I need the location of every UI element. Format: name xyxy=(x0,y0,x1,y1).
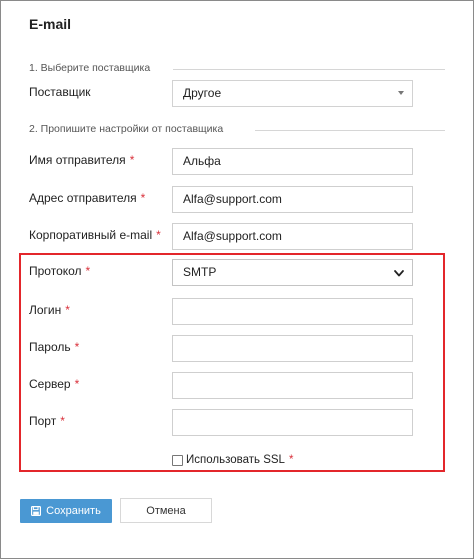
required-mark: * xyxy=(60,414,65,428)
chevron-down-icon xyxy=(394,270,404,277)
email-settings-panel: E-mail 1. Выберите поставщика Поставщик … xyxy=(0,0,474,559)
required-mark: * xyxy=(74,340,80,354)
section-heading-settings: 2. Пропишите настройки от поставщика xyxy=(29,123,224,135)
use-ssl-checkbox[interactable] xyxy=(172,454,183,466)
save-button-label: Сохранить xyxy=(46,505,101,517)
floppy-disk-icon xyxy=(31,506,42,516)
provider-label: Поставщик xyxy=(29,85,91,99)
use-ssl-option[interactable]: Использовать SSL * xyxy=(172,454,293,466)
sender-address-value: Alfa@support.com xyxy=(183,192,282,206)
required-mark: * xyxy=(129,153,135,167)
save-button[interactable]: Сохранить xyxy=(20,499,112,523)
sender-name-input[interactable]: Альфа xyxy=(172,148,413,175)
required-mark: * xyxy=(65,303,70,317)
use-ssl-label: Использовать SSL xyxy=(186,454,285,466)
section-divider-line xyxy=(255,130,445,131)
protocol-label: Протокол * xyxy=(29,264,91,278)
corporate-email-input[interactable]: Alfa@support.com xyxy=(172,223,413,250)
protocol-select-value: SMTP xyxy=(183,265,217,279)
required-mark: * xyxy=(288,454,294,466)
protocol-select[interactable]: SMTP xyxy=(172,259,413,286)
cancel-button-label: Отмена xyxy=(146,504,186,517)
server-label: Сервер * xyxy=(29,377,80,391)
sender-address-input[interactable]: Alfa@support.com xyxy=(172,186,413,213)
provider-select[interactable]: Другое xyxy=(172,80,413,107)
corporate-email-value: Alfa@support.com xyxy=(183,229,282,243)
caret-down-icon xyxy=(398,91,404,95)
sender-name-value: Альфа xyxy=(183,154,221,168)
server-input[interactable] xyxy=(172,372,413,399)
login-input[interactable] xyxy=(172,298,413,325)
password-input[interactable] xyxy=(172,335,413,362)
provider-select-value: Другое xyxy=(183,86,222,100)
section-divider-line xyxy=(173,69,445,70)
port-label: Порт * xyxy=(29,414,65,428)
sender-address-label: Адрес отправителя * xyxy=(29,191,146,205)
required-mark: * xyxy=(74,377,80,391)
required-mark: * xyxy=(85,264,91,278)
required-mark: * xyxy=(156,228,161,242)
page-title: E-mail xyxy=(29,16,72,32)
section-heading-provider: 1. Выберите поставщика xyxy=(29,62,151,74)
cancel-button[interactable]: Отмена xyxy=(120,498,212,523)
port-input[interactable] xyxy=(172,409,413,436)
sender-name-label: Имя отправителя * xyxy=(29,153,135,167)
required-mark: * xyxy=(140,191,146,205)
login-label: Логин * xyxy=(29,303,70,317)
password-label: Пароль * xyxy=(29,340,80,354)
corporate-email-label: Корпоративный e-mail * xyxy=(29,228,161,242)
